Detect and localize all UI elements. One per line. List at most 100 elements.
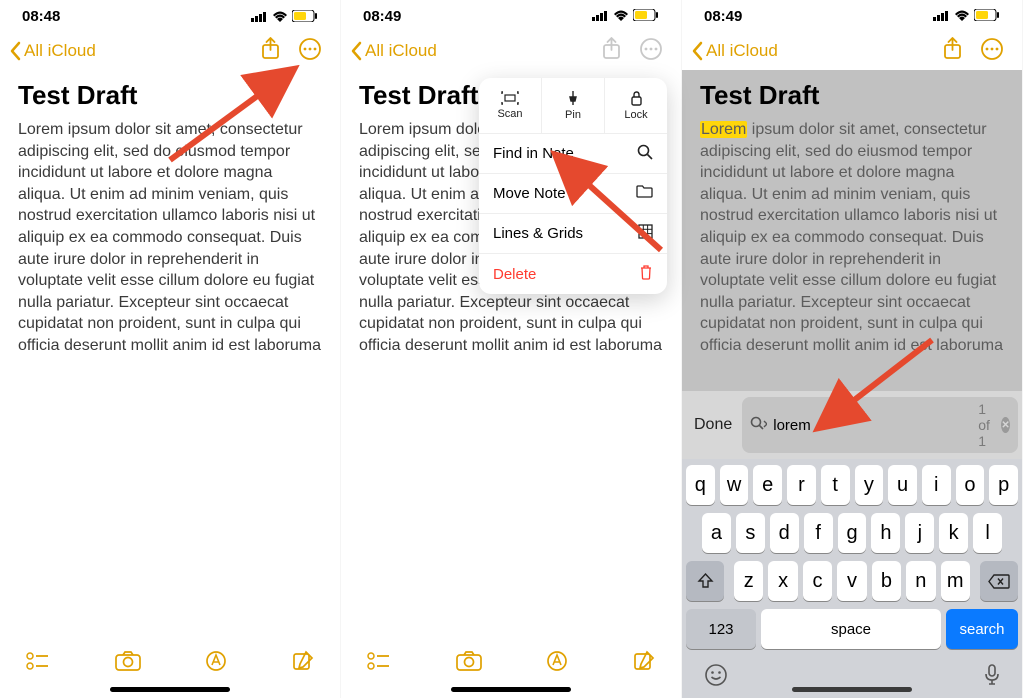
emoji-icon[interactable] <box>704 663 728 692</box>
menu-lines-label: Lines & Grids <box>493 225 583 242</box>
more-icon[interactable] <box>639 37 663 66</box>
key-g[interactable]: g <box>838 513 867 553</box>
key-r[interactable]: r <box>787 465 816 505</box>
signal-icon <box>592 8 609 25</box>
checklist-icon[interactable] <box>367 651 391 676</box>
key-w[interactable]: w <box>720 465 749 505</box>
numeric-key[interactable]: 123 <box>686 609 756 649</box>
back-button[interactable]: All iCloud <box>351 41 437 61</box>
phone-screen-1: 08:48 All iCloud Test Draft Lorem ipsum … <box>0 0 341 698</box>
menu-delete-label: Delete <box>493 266 536 283</box>
more-icon[interactable] <box>980 37 1004 66</box>
trash-icon <box>639 264 653 284</box>
menu-move-note[interactable]: Move Note <box>479 174 667 214</box>
back-label: All iCloud <box>365 41 437 61</box>
note-body[interactable]: Lorem ipsum dolor sit amet, consectetur … <box>682 119 1022 357</box>
grid-icon <box>638 224 653 243</box>
backspace-key[interactable] <box>980 561 1018 601</box>
note-title[interactable]: Test Draft <box>682 70 1022 119</box>
key-h[interactable]: h <box>871 513 900 553</box>
menu-delete[interactable]: Delete <box>479 254 667 294</box>
share-icon[interactable] <box>602 37 621 65</box>
key-e[interactable]: e <box>753 465 782 505</box>
back-button[interactable]: All iCloud <box>10 41 96 61</box>
more-icon[interactable] <box>298 37 322 66</box>
key-q[interactable]: q <box>686 465 715 505</box>
status-bar: 08:48 <box>0 0 340 32</box>
done-button[interactable]: Done <box>692 412 734 438</box>
compose-icon[interactable] <box>633 650 655 677</box>
key-z[interactable]: z <box>734 561 763 601</box>
menu-pin-label: Pin <box>565 109 581 121</box>
note-title[interactable]: Test Draft <box>0 70 340 119</box>
key-d[interactable]: d <box>770 513 799 553</box>
battery-icon <box>633 8 659 25</box>
search-icon <box>750 416 767 435</box>
key-b[interactable]: b <box>872 561 901 601</box>
share-icon[interactable] <box>261 37 280 65</box>
home-indicator[interactable] <box>792 687 912 692</box>
key-f[interactable]: f <box>804 513 833 553</box>
compose-icon[interactable] <box>292 650 314 677</box>
status-icons <box>251 10 318 22</box>
menu-lock-label: Lock <box>624 109 647 121</box>
checklist-icon[interactable] <box>26 651 50 676</box>
key-s[interactable]: s <box>736 513 765 553</box>
battery-icon <box>292 10 318 22</box>
clock: 08:49 <box>363 8 401 25</box>
key-m[interactable]: m <box>941 561 970 601</box>
more-menu-popup: Scan Pin Lock Find in Note Move Note Lin… <box>479 78 667 294</box>
battery-icon <box>974 8 1000 25</box>
home-indicator[interactable] <box>110 687 230 692</box>
search-key[interactable]: search <box>946 609 1018 649</box>
key-row-1: qwertyuiop <box>686 465 1018 505</box>
wifi-icon <box>272 11 288 22</box>
key-o[interactable]: o <box>956 465 985 505</box>
menu-move-label: Move Note <box>493 185 566 202</box>
key-k[interactable]: k <box>939 513 968 553</box>
menu-pin[interactable]: Pin <box>542 78 605 134</box>
nav-bar: All iCloud <box>682 32 1022 70</box>
key-p[interactable]: p <box>989 465 1018 505</box>
nav-actions <box>261 37 322 66</box>
signal-icon <box>251 11 268 22</box>
find-bar: Done 1 of 1 ✕ <box>682 391 1022 459</box>
menu-find-in-note[interactable]: Find in Note <box>479 134 667 174</box>
back-label: All iCloud <box>24 41 96 61</box>
wifi-icon <box>954 8 970 25</box>
home-indicator[interactable] <box>451 687 571 692</box>
key-c[interactable]: c <box>803 561 832 601</box>
body-rest: ipsum dolor sit amet, consectetur adipis… <box>700 121 1003 354</box>
key-v[interactable]: v <box>837 561 866 601</box>
key-n[interactable]: n <box>906 561 935 601</box>
back-button[interactable]: All iCloud <box>692 41 778 61</box>
key-t[interactable]: t <box>821 465 850 505</box>
status-icons <box>933 8 1000 25</box>
markup-icon[interactable] <box>205 650 227 677</box>
key-y[interactable]: y <box>855 465 884 505</box>
menu-scan[interactable]: Scan <box>479 78 542 134</box>
camera-icon[interactable] <box>115 651 141 676</box>
markup-icon[interactable] <box>546 650 568 677</box>
key-l[interactable]: l <box>973 513 1002 553</box>
search-input[interactable] <box>773 417 972 434</box>
note-body[interactable]: Lorem ipsum dolor sit amet, consectetur … <box>0 119 340 357</box>
share-icon[interactable] <box>943 37 962 65</box>
back-label: All iCloud <box>706 41 778 61</box>
key-u[interactable]: u <box>888 465 917 505</box>
shift-key[interactable] <box>686 561 724 601</box>
search-field[interactable]: 1 of 1 ✕ <box>742 397 1018 453</box>
key-i[interactable]: i <box>922 465 951 505</box>
menu-lines-grids[interactable]: Lines & Grids <box>479 214 667 254</box>
camera-icon[interactable] <box>456 651 482 676</box>
space-key[interactable]: space <box>761 609 941 649</box>
nav-actions <box>943 37 1004 66</box>
key-a[interactable]: a <box>702 513 731 553</box>
key-x[interactable]: x <box>768 561 797 601</box>
keyboard: qwertyuiop asdfghjkl zxcvbnm 123 space s… <box>682 459 1022 698</box>
key-j[interactable]: j <box>905 513 934 553</box>
folder-icon <box>636 185 653 202</box>
menu-lock[interactable]: Lock <box>605 78 667 134</box>
clear-icon[interactable]: ✕ <box>1001 417 1010 433</box>
mic-icon[interactable] <box>984 664 1000 691</box>
